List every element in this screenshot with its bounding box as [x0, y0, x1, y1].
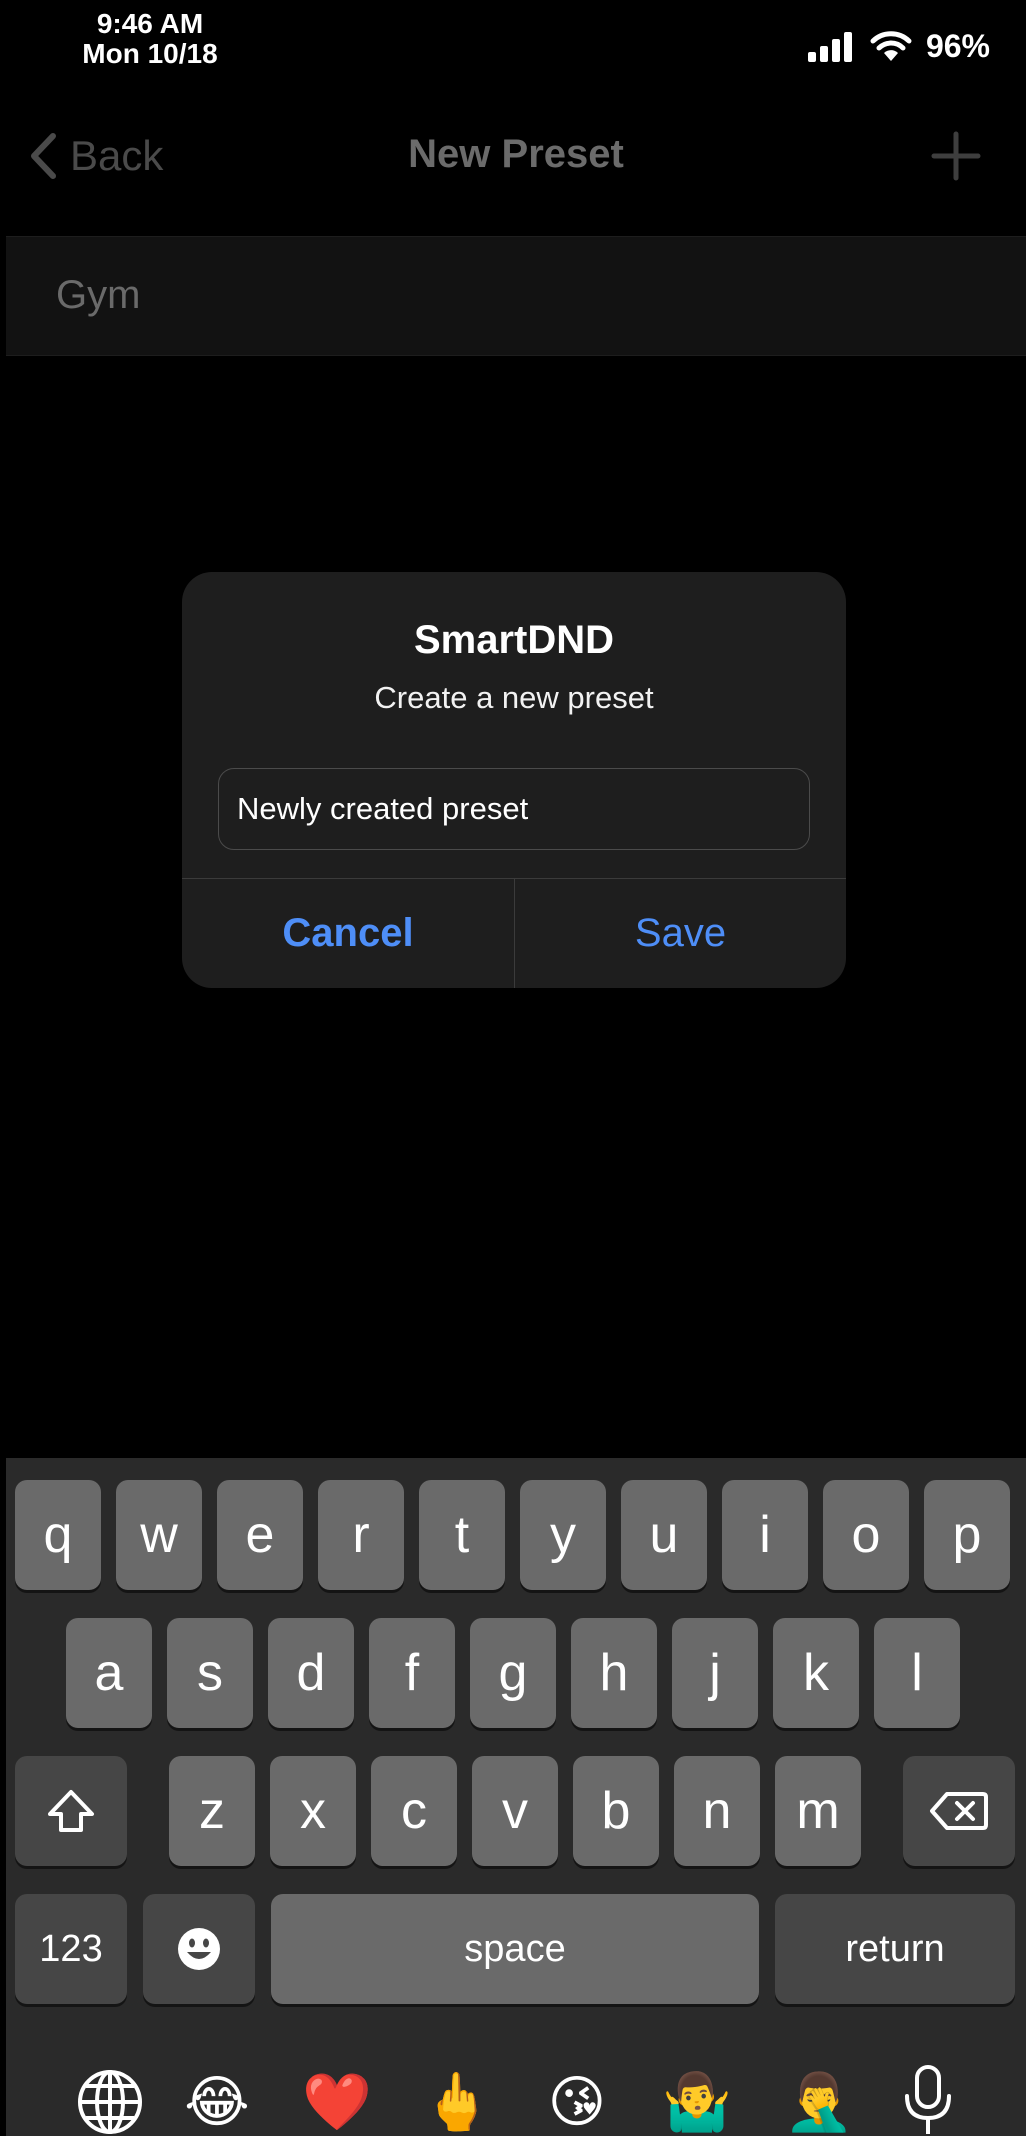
key-c[interactable]: c	[371, 1756, 457, 1866]
emoji-suggestion[interactable]: ❤️	[302, 2070, 372, 2136]
cancel-button[interactable]: Cancel	[182, 879, 514, 988]
key-p[interactable]: p	[924, 1480, 1010, 1590]
microphone-icon[interactable]	[902, 2064, 954, 2136]
emoji-suggestion[interactable]: 😂	[182, 2070, 252, 2136]
emoji-suggestion[interactable]: 🖕	[422, 2070, 492, 2136]
status-indicators: 96%	[807, 28, 990, 65]
key-q[interactable]: q	[15, 1480, 101, 1590]
globe-icon[interactable]	[76, 2068, 144, 2136]
key-g[interactable]: g	[470, 1618, 556, 1728]
battery-percentage: 96%	[925, 28, 990, 64]
save-button[interactable]: Save	[515, 879, 846, 988]
key-a[interactable]: a	[66, 1618, 152, 1728]
numbers-key[interactable]: 123	[15, 1894, 127, 2004]
list-item-label: Gym	[56, 273, 141, 317]
key-m[interactable]: m	[775, 1756, 861, 1866]
key-x[interactable]: x	[270, 1756, 356, 1866]
key-z[interactable]: z	[169, 1756, 255, 1866]
key-t[interactable]: t	[419, 1480, 505, 1590]
key-w[interactable]: w	[116, 1480, 202, 1590]
return-key[interactable]: return	[775, 1894, 1015, 2004]
key-j[interactable]: j	[672, 1618, 758, 1728]
emoji-key[interactable]	[143, 1894, 255, 2004]
status-date: Mon 10/18	[82, 38, 218, 69]
shift-icon	[48, 1790, 94, 1832]
key-n[interactable]: n	[674, 1756, 760, 1866]
key-v[interactable]: v	[472, 1756, 558, 1866]
key-s[interactable]: s	[167, 1618, 253, 1728]
key-i[interactable]: i	[722, 1480, 808, 1590]
alert-message: Create a new preset	[374, 680, 654, 715]
alert-title: SmartDND	[413, 618, 615, 662]
plus-icon[interactable]	[928, 128, 984, 184]
backspace-icon	[930, 1792, 988, 1830]
key-k[interactable]: k	[773, 1618, 859, 1728]
page-title: New Preset	[408, 132, 624, 176]
navigation-bar: Back New Preset	[6, 80, 1026, 212]
smiley-icon	[178, 1928, 220, 1970]
key-e[interactable]: e	[217, 1480, 303, 1590]
key-h[interactable]: h	[571, 1618, 657, 1728]
list-item[interactable]: Gym	[6, 236, 1026, 356]
key-o[interactable]: o	[823, 1480, 909, 1590]
screen: 9:46 AM Mon 10/18 96% Back New Preset Gy…	[6, 0, 1026, 2136]
key-f[interactable]: f	[369, 1618, 455, 1728]
key-d[interactable]: d	[268, 1618, 354, 1728]
key-l[interactable]: l	[874, 1618, 960, 1728]
preset-name-input[interactable]	[218, 768, 810, 850]
wifi-icon	[870, 30, 912, 61]
alert-dialog: SmartDND Create a new preset Cancel Save	[182, 572, 846, 988]
key-u[interactable]: u	[621, 1480, 707, 1590]
key-y[interactable]: y	[520, 1480, 606, 1590]
key-r[interactable]: r	[318, 1480, 404, 1590]
emoji-suggestion[interactable]: 🤦‍♂️	[784, 2070, 854, 2136]
status-time: 9:46 AM	[96, 8, 204, 39]
delete-key[interactable]	[903, 1756, 1015, 1866]
emoji-suggestion[interactable]: 🤷‍♂️	[662, 2070, 732, 2136]
cellular-signal-icon	[807, 31, 852, 62]
key-b[interactable]: b	[573, 1756, 659, 1866]
shift-key[interactable]	[15, 1756, 127, 1866]
space-key[interactable]: space	[271, 1894, 759, 2004]
emoji-suggestion[interactable]: 😘	[542, 2070, 612, 2136]
